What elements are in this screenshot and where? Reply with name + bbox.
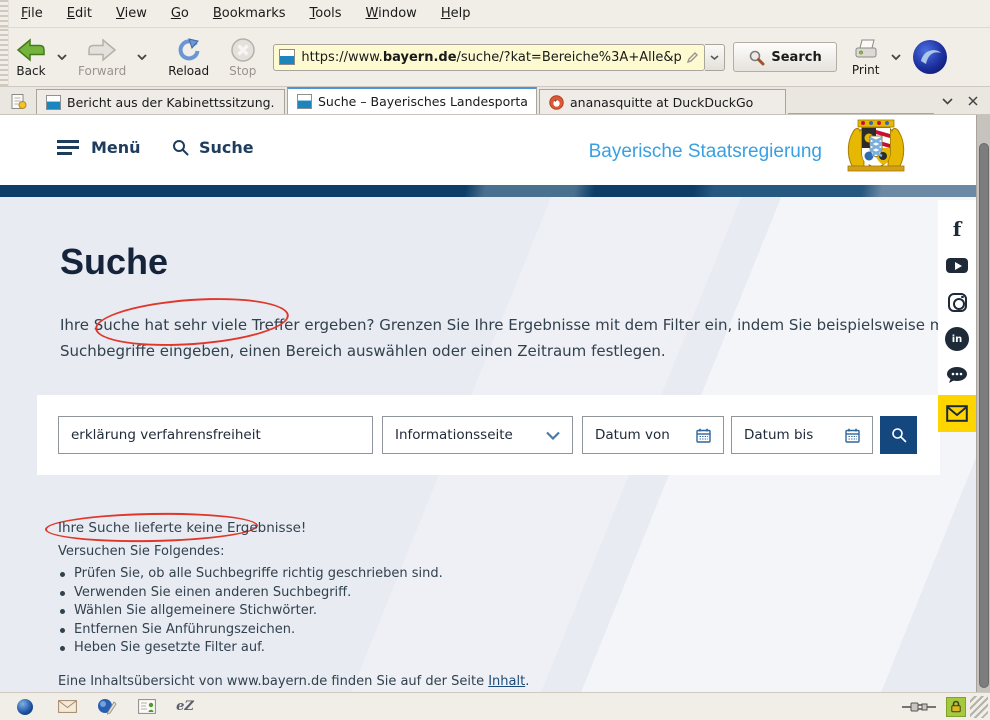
addressbook-icon[interactable] [134, 696, 160, 718]
tab-suche-active[interactable]: Suche – Bayerisches Landesportal [287, 87, 537, 114]
print-button[interactable]: Print [845, 36, 887, 79]
tabbar-spacer [788, 89, 934, 114]
suggestion-item: Verwenden Sie einen anderen Suchbegriff. [60, 584, 443, 603]
url-history-dropdown[interactable] [705, 44, 725, 71]
menu-edit[interactable]: Edit [55, 0, 104, 27]
close-tab-icon[interactable] [960, 89, 986, 113]
toolbar-grippy[interactable] [0, 0, 9, 27]
back-icon [16, 37, 46, 63]
reload-button[interactable]: Reload [161, 35, 216, 80]
email-icon[interactable] [938, 395, 976, 432]
page-title: Suche [60, 241, 168, 283]
no-results-text: Ihre Suche lieferte keine Ergebnisse! [58, 520, 306, 536]
scrollbar-thumb[interactable] [979, 143, 989, 688]
menu-tools[interactable]: Tools [298, 0, 354, 27]
tab-duckduckgo[interactable]: ananasquitte at DuckDuckGo [539, 89, 786, 114]
tab-list-dropdown[interactable] [934, 89, 960, 113]
linkedin-icon[interactable]: in [938, 322, 976, 356]
stop-icon [230, 37, 256, 63]
tab-bar: Bericht aus der Kabinettssitzung... Such… [0, 87, 990, 115]
tab-favicon [46, 95, 61, 110]
stop-button[interactable]: Stop [222, 35, 263, 80]
toolbar-grippy[interactable] [0, 28, 9, 86]
date-from-field[interactable]: Datum von [582, 416, 724, 454]
submit-search-button[interactable] [880, 416, 917, 454]
page-main: Suche Ihre Suche hat sehr viele Treffer … [0, 197, 990, 692]
menu-file[interactable]: File [9, 0, 55, 27]
calendar-icon [845, 428, 860, 443]
site-favicon [279, 49, 295, 65]
online-status-icon[interactable] [902, 701, 936, 713]
browser-viewport: Menü Suche Bayerische Staatsregierung [0, 115, 990, 692]
mail-icon[interactable] [54, 696, 80, 718]
url-bar[interactable]: https://www.bayern.de/suche/?kat=Bereich… [273, 44, 705, 71]
print-dropdown[interactable] [887, 37, 905, 77]
browser-window: File Edit View Go Bookmarks Tools Window… [0, 0, 990, 720]
composer-icon[interactable] [94, 696, 120, 718]
forward-history-dropdown[interactable] [133, 37, 151, 77]
page-scrollbar[interactable] [976, 115, 990, 692]
print-icon [852, 38, 880, 62]
magnifier-icon [891, 427, 907, 443]
bavaria-coat-of-arms [834, 118, 918, 174]
seamonkey-logo [913, 40, 947, 74]
tab-kabinettssitzung[interactable]: Bericht aus der Kabinettssitzung... [36, 89, 285, 114]
facebook-icon[interactable]: f [938, 212, 976, 246]
suggestion-item: Prüfen Sie, ob alle Suchbegriffe richtig… [60, 565, 443, 584]
site-search-button[interactable]: Suche [172, 138, 254, 157]
back-history-dropdown[interactable] [53, 37, 71, 77]
window-resize-grip[interactable] [970, 696, 988, 718]
category-select[interactable]: Informationsseite [382, 416, 573, 454]
chatzilla-icon[interactable]: eZ [172, 696, 198, 718]
menu-view[interactable]: View [104, 0, 159, 27]
web-search-button[interactable]: Search [733, 42, 836, 72]
back-button[interactable]: Back [9, 35, 53, 80]
forward-icon [87, 37, 117, 63]
suggestion-list: Prüfen Sie, ob alle Suchbegriffe richtig… [60, 565, 443, 658]
menu-go[interactable]: Go [159, 0, 201, 27]
site-brand: Bayerische Staatsregierung [589, 141, 822, 163]
edit-url-icon [686, 51, 699, 64]
navigation-toolbar: Back Forward Reload [0, 28, 990, 87]
search-form-card: Informationsseite Datum von Datum bis [37, 395, 940, 475]
social-rail: f in [938, 200, 976, 432]
menu-bookmarks[interactable]: Bookmarks [201, 0, 298, 27]
site-header: Menü Suche Bayerische Staatsregierung [0, 115, 990, 185]
suggestion-item: Wählen Sie allgemeinere Stichwörter. [60, 602, 443, 621]
new-tab-icon[interactable] [3, 89, 33, 113]
try-following-text: Versuchen Sie Folgendes: [58, 544, 224, 559]
youtube-icon[interactable] [938, 248, 976, 282]
hamburger-icon [57, 140, 79, 155]
search-query-input[interactable] [58, 416, 373, 454]
search-icon [748, 49, 765, 66]
calendar-icon [696, 428, 711, 443]
content-overview-note: Eine Inhaltsübersicht von www.bayern.de … [58, 674, 529, 689]
inhalt-link[interactable]: Inhalt [488, 674, 525, 689]
site-menu-button[interactable]: Menü [57, 138, 141, 157]
navigator-icon[interactable] [12, 696, 38, 718]
tab-favicon [297, 94, 312, 109]
suggestion-item: Entfernen Sie Anführungszeichen. [60, 621, 443, 640]
forward-button[interactable]: Forward [71, 35, 133, 80]
tab-favicon-duckduckgo [549, 95, 564, 110]
menu-help[interactable]: Help [429, 0, 483, 27]
date-to-field[interactable]: Datum bis [731, 416, 873, 454]
menu-window[interactable]: Window [354, 0, 429, 27]
security-lock-icon[interactable] [946, 697, 966, 717]
status-bar: eZ [0, 692, 990, 720]
instagram-icon[interactable] [938, 285, 976, 319]
comment-icon[interactable] [938, 358, 976, 392]
url-text: https://www.bayern.de/suche/?kat=Bereich… [301, 50, 682, 65]
header-accent-bar [0, 185, 990, 197]
reload-icon [176, 37, 202, 63]
chevron-down-icon [546, 431, 560, 440]
suggestion-item: Heben Sie gesetzte Filter auf. [60, 639, 443, 658]
menu-bar: File Edit View Go Bookmarks Tools Window… [0, 0, 990, 28]
magnifier-icon [172, 139, 189, 156]
